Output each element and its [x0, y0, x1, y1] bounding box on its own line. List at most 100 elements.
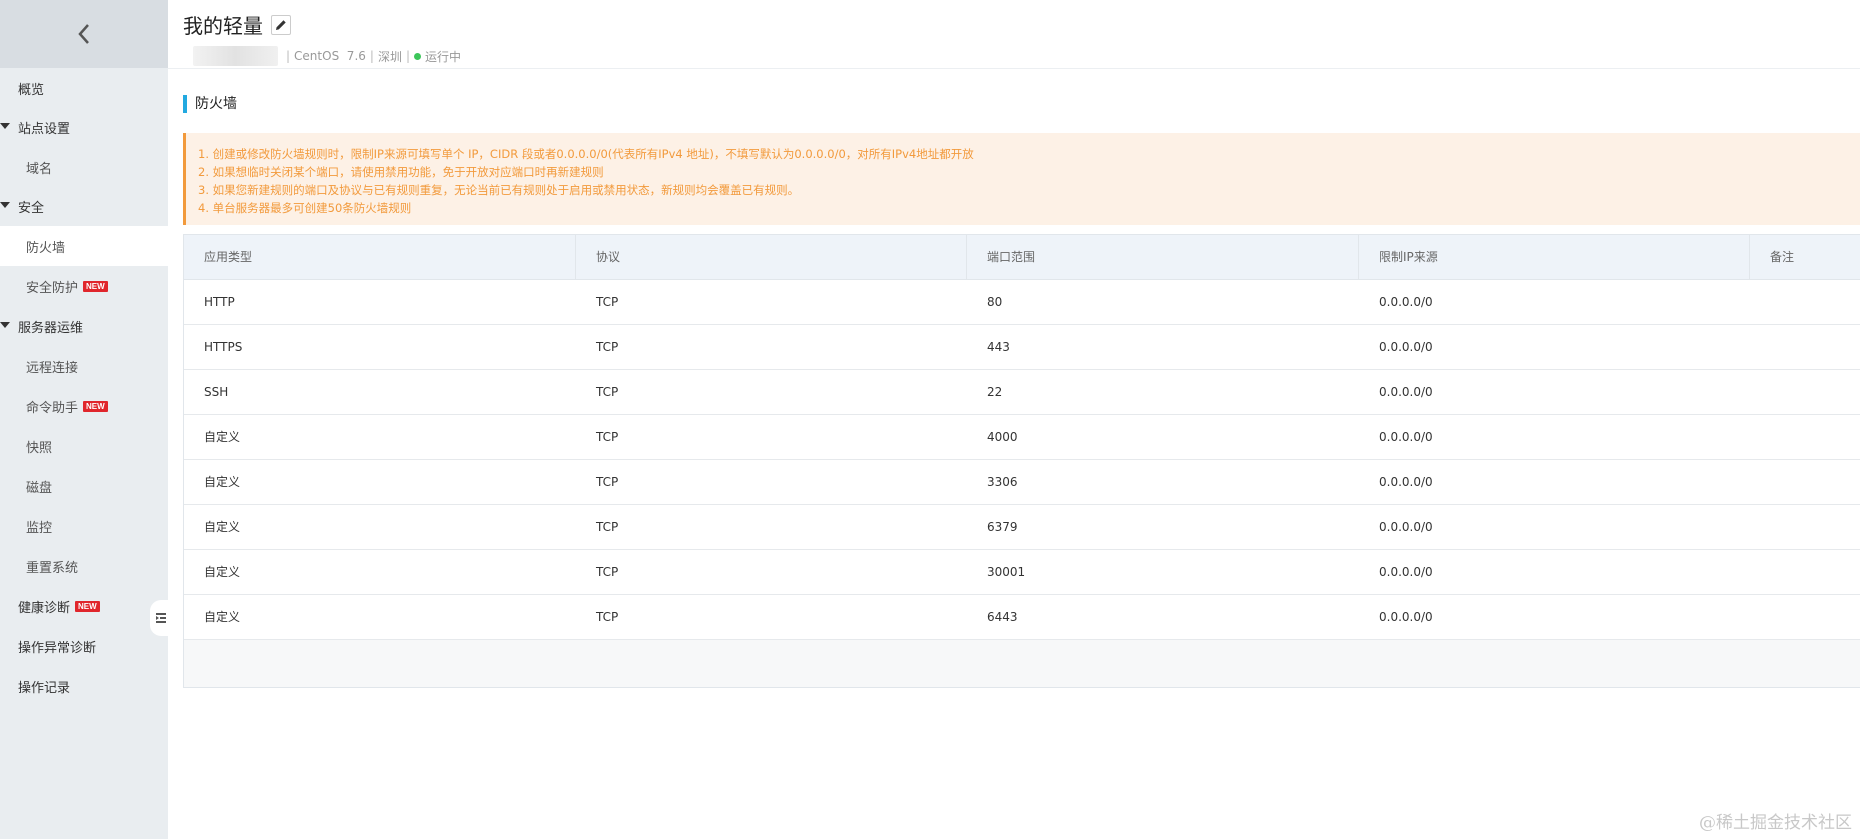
column-header-remark: 备注 [1770, 250, 1795, 264]
watermark: @稀土掘金技术社区 [1699, 813, 1852, 833]
sidebar-item[interactable]: 操作记录 [0, 666, 168, 706]
caret-down-icon [0, 322, 10, 328]
table-row[interactable]: HTTP TCP 80 0.0.0.0/0 [184, 280, 1860, 325]
cell-port-range: 22 [987, 385, 1003, 399]
cell-ip-source: 0.0.0.0/0 [1379, 340, 1433, 354]
sidebar-item[interactable]: 快照 [0, 426, 168, 466]
table-row[interactable]: 自定义 TCP 6379 0.0.0.0/0 [184, 505, 1860, 550]
cell-remark [1750, 415, 1860, 459]
cell-remark [1750, 595, 1860, 639]
sidebar-item-label: 安全防护 [26, 280, 79, 296]
column-header-protocol: 协议 [576, 235, 967, 279]
cell-protocol: TCP [596, 385, 619, 399]
table-header: 应用类型 协议 端口范围 限制IP来源 备注 [184, 235, 1860, 280]
sidebar-item[interactable]: 磁盘 [0, 466, 168, 506]
sidebar-item[interactable]: 操作异常诊断 [0, 626, 168, 666]
sidebar-item[interactable]: 健康诊断 NEW [0, 586, 168, 626]
sidebar-item-label: 重置系统 [26, 560, 79, 576]
cell-protocol: TCP [596, 520, 619, 534]
sidebar-item-label: 远程连接 [26, 360, 79, 376]
table-row[interactable]: 自定义 TCP 3306 0.0.0.0/0 [184, 460, 1860, 505]
caret-down-icon [0, 202, 10, 208]
sidebar-item-label: 概览 [18, 82, 45, 98]
section-title: 防火墙 [183, 95, 237, 113]
status-dot-icon [414, 52, 422, 60]
cell-remark [1750, 280, 1860, 324]
sidebar-item[interactable]: 概览 [0, 68, 168, 108]
sidebar-item[interactable]: 站点设置 [0, 107, 168, 147]
cell-remark [1750, 460, 1860, 504]
notice-line: 1. 创建或修改防火墙规则时，限制IP来源可填写单个 IP，CIDR 段或者0.… [198, 147, 974, 161]
back-button[interactable] [64, 14, 104, 54]
page-title: 我的轻量 [183, 14, 263, 38]
new-badge: NEW [83, 280, 108, 292]
chevron-left-icon [78, 24, 89, 44]
sidebar-item[interactable]: 服务器运维 [0, 306, 168, 346]
cell-app-type: 自定义 [204, 520, 241, 534]
os-label: CentOS 7.6 [294, 49, 366, 63]
cell-app-type: 自定义 [204, 430, 241, 444]
sidebar-item-label: 域名 [26, 161, 53, 177]
column-header-app-type: 应用类型 [184, 235, 576, 279]
table-row[interactable]: 自定义 TCP 30001 0.0.0.0/0 [184, 550, 1860, 595]
cell-app-type: 自定义 [204, 565, 241, 579]
edit-title-button[interactable] [271, 14, 291, 35]
sidebar-item[interactable]: 命令助手 NEW [0, 386, 168, 426]
sidebar-item-label: 服务器运维 [18, 320, 84, 336]
page-header: 我的轻量 | CentOS 7.6 | 深圳 | 运行中 [168, 0, 1860, 69]
cell-protocol: TCP [596, 340, 619, 354]
notice-box: 1. 创建或修改防火墙规则时，限制IP来源可填写单个 IP，CIDR 段或者0.… [183, 133, 1860, 225]
sidebar-collapse-button[interactable] [150, 600, 172, 636]
status-label: 运行中 [425, 49, 462, 64]
table-row[interactable]: 自定义 TCP 6443 0.0.0.0/0 [184, 595, 1860, 640]
region-label: 深圳 [377, 49, 402, 64]
sidebar-item[interactable]: 域名 [0, 147, 168, 187]
sidebar-item-label: 操作异常诊断 [18, 640, 97, 656]
sidebar-item[interactable]: 安全 [0, 186, 168, 226]
cell-ip-source: 0.0.0.0/0 [1379, 520, 1433, 534]
sidebar-item-label: 监控 [26, 520, 53, 536]
cell-ip-source: 0.0.0.0/0 [1379, 610, 1433, 624]
notice-line: 3. 如果您新建规则的端口及协议与已有规则重复，无论当前已有规则处于启用或禁用状… [198, 183, 800, 197]
cell-protocol: TCP [596, 475, 619, 489]
firewall-rules-table: 应用类型 协议 端口范围 限制IP来源 备注 HTTP TCP 80 0.0.0.0/… [183, 234, 1860, 688]
new-badge: NEW [75, 600, 100, 612]
cell-app-type: HTTP [204, 295, 235, 309]
sidebar-item[interactable]: 远程连接 [0, 346, 168, 386]
sidebar-item-label: 快照 [26, 440, 53, 456]
cell-ip-source: 0.0.0.0/0 [1379, 430, 1433, 444]
column-header-port-range: 端口范围 [967, 235, 1359, 279]
cell-port-range: 80 [987, 295, 1003, 309]
cell-port-range: 4000 [987, 430, 1018, 444]
sidebar-item-label: 安全 [18, 200, 45, 216]
table-row[interactable]: SSH TCP 22 0.0.0.0/0 [184, 370, 1860, 415]
sidebar-item-label: 健康诊断 [18, 600, 71, 616]
cell-remark [1750, 325, 1860, 369]
notice-line: 2. 如果想临时关闭某个端口，请使用禁用功能，免于开放对应端口时再新建规则 [198, 165, 604, 179]
table-body: HTTP TCP 80 0.0.0.0/0 HTTPS TCP 443 0.0.0.0/0 SS… [184, 280, 1860, 640]
column-header-ip-source: 限制IP来源 [1359, 235, 1750, 279]
sidebar-item[interactable]: 防火墙 [0, 226, 168, 266]
cell-app-type: 自定义 [204, 475, 241, 489]
sidebar-item[interactable]: 监控 [0, 506, 168, 546]
cell-protocol: TCP [596, 295, 619, 309]
sidebar-item[interactable]: 安全防护 NEW [0, 266, 168, 306]
cell-port-range: 3306 [987, 475, 1018, 489]
sidebar-item[interactable]: 重置系统 [0, 546, 168, 586]
new-badge: NEW [83, 400, 108, 412]
cell-remark [1750, 550, 1860, 594]
table-row[interactable]: 自定义 TCP 4000 0.0.0.0/0 [184, 415, 1860, 460]
sidebar-item-label: 防火墙 [26, 240, 66, 256]
cell-remark [1750, 505, 1860, 549]
cell-ip-source: 0.0.0.0/0 [1379, 295, 1433, 309]
table-row[interactable]: HTTPS TCP 443 0.0.0.0/0 [184, 325, 1860, 370]
cell-app-type: SSH [204, 385, 229, 399]
collapse-menu-icon [156, 613, 166, 623]
redacted-ip [193, 46, 278, 66]
cell-port-range: 6443 [987, 610, 1018, 624]
cell-protocol: TCP [596, 565, 619, 579]
cell-port-range: 30001 [987, 565, 1026, 579]
cell-ip-source: 0.0.0.0/0 [1379, 385, 1433, 399]
cell-app-type: 自定义 [204, 610, 241, 624]
sidebar-item-label: 磁盘 [26, 480, 53, 496]
